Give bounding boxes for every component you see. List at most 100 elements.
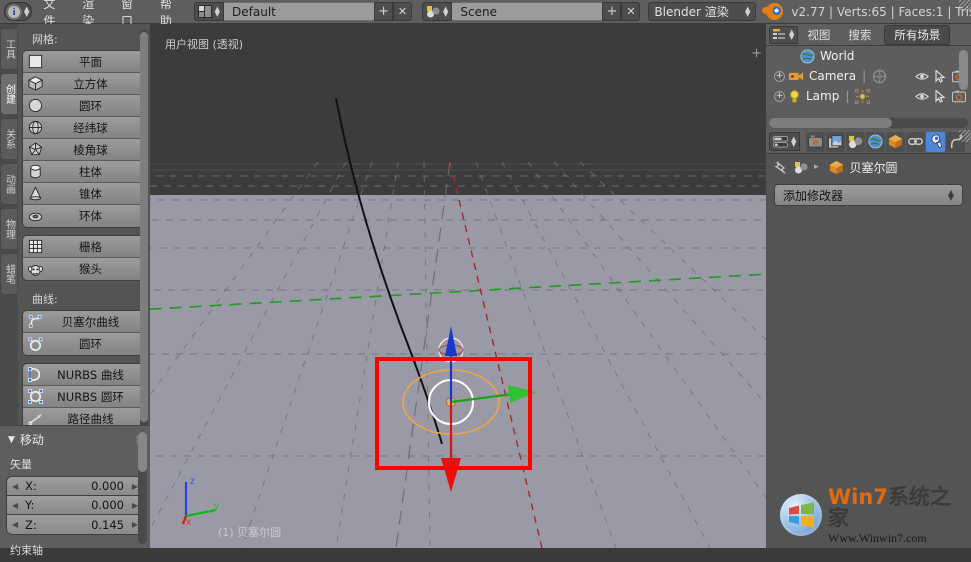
tool-shelf-tab-0[interactable]: 工具 [0,28,17,70]
add-screen-layout-button[interactable]: + [374,2,394,21]
eye-icon[interactable] [915,91,929,102]
operator-panel-title: 移动 [19,433,44,447]
top-menu-bar: i ▲ ▼ 文件 渲染 窗口 帮助 ▲ ▼ Default + ✕ ▲ ▼ Sc… [0,0,971,28]
add-uvsphere-button[interactable]: 经纬球 [23,117,143,139]
outliner-row[interactable]: + Camera | [766,66,971,86]
decrement-arrow-icon[interactable]: ◀ [12,520,22,529]
eye-icon[interactable] [915,71,929,82]
increment-arrow-icon[interactable]: ▶ [128,520,138,529]
field-label: Z: [25,517,37,532]
properties-object-name: 贝塞尔圆 [849,160,898,175]
add-nurbs-circle-button[interactable]: NURBS 圆环 [23,386,143,408]
render-engine-selector[interactable]: Blender 渲染 ▲ ▼ [648,2,757,21]
decrement-arrow-icon[interactable]: ◀ [12,501,22,510]
outliner-display-mode[interactable]: 所有场景 [884,24,951,45]
screen-layout-selector[interactable]: ▲ ▼ [193,2,225,21]
decrement-arrow-icon[interactable]: ◀ [12,482,22,491]
delete-scene-button[interactable]: ✕ [621,2,641,21]
operator-panel-header[interactable]: ▼ 移动 ⣿ [6,431,144,451]
tool-button-label: 猴头 [79,262,102,276]
add-monkey-button[interactable]: 猴头 [23,258,143,280]
properties-tab-render-layers[interactable] [826,131,846,152]
add-icosphere-button[interactable]: 棱角球 [23,139,143,161]
svg-text:x: x [186,517,191,526]
tool-shelf-tab-1[interactable]: 创建 [0,73,17,115]
outliner-horizontal-scrollbar[interactable] [769,118,968,128]
pin-icon[interactable] [774,160,788,174]
add-scene-button[interactable]: + [602,2,622,21]
scene-icon[interactable] [794,161,808,174]
properties-editor-type-selector[interactable]: ▲ ▼ [769,132,801,151]
render-icon[interactable] [952,90,966,103]
tool-button-label: 经纬球 [73,120,108,135]
outliner-vertical-scrollbar[interactable] [959,50,968,90]
properties-tab-object[interactable] [886,131,906,152]
properties-tab-render[interactable] [806,131,826,152]
chevron-updown-icon: ▲ ▼ [791,134,797,148]
scene-selector[interactable]: ▲ ▼ [422,2,453,21]
tool-shelf-tab-label: 动画 [3,174,15,194]
watermark-brand: Win7系统之家 [828,486,965,529]
increment-arrow-icon[interactable]: ▶ [128,501,138,510]
cylinder-icon [26,163,44,181]
add-grid-button[interactable]: 栅格 [23,236,143,258]
outliner-editor-type-selector[interactable]: ▲ ▼ [769,25,799,44]
move-y-field[interactable]: ◀ Y: 0.000 ▶ [7,496,143,515]
properties-tab-modifiers[interactable] [926,131,946,152]
window-resize-grip[interactable] [959,0,971,12]
add-plane-button[interactable]: 平面 [23,51,143,73]
outliner-row[interactable]: World [766,46,971,66]
camera-data-icon[interactable] [872,69,887,84]
add-torus-button[interactable]: 环体 [23,205,143,227]
blender-app-menu[interactable]: i ▲ ▼ [4,2,33,21]
add-path-curve-button[interactable]: 路径曲线 [23,408,143,425]
expand-toggle-icon[interactable]: + [774,70,785,82]
cube-orange-icon[interactable] [829,160,844,175]
tool-shelf-tab-2[interactable]: 关系 [0,118,17,160]
add-cone-button[interactable]: 锥体 [23,183,143,205]
svg-text:z: z [190,476,195,487]
scene-name[interactable]: Scene [452,2,603,21]
add-circle-button[interactable]: 圆环 [23,95,143,117]
add-nurbs-curve-button[interactable]: NURBS 曲线 [23,364,143,386]
tool-shelf-tab-3[interactable]: 动画 [0,163,17,205]
move-vector-fields: ◀ X: 0.000 ▶ ◀ Y: 0.000 ▶ ◀ Z: 0.145 ▶ [6,476,144,535]
viewport-toolshelf-toggle[interactable]: + [751,46,762,61]
menu-window[interactable]: 窗口 [110,0,149,28]
expand-toggle-icon[interactable]: + [774,90,785,102]
3d-viewport[interactable]: 用户视图 (透视) (1) 贝塞尔圆 + z y x [150,24,766,548]
properties-resize-grip[interactable] [959,130,971,142]
outliner-menu-view[interactable]: 视图 [798,24,839,46]
properties-tab-world[interactable] [866,131,886,152]
cube-orange-icon [888,134,903,149]
move-x-field[interactable]: ◀ X: 0.000 ▶ [7,477,143,496]
field-value: 0.000 [91,479,124,493]
delete-screen-layout-button[interactable]: ✕ [393,2,413,21]
screen-layout-name[interactable]: Default [224,2,375,21]
lamp-data-icon[interactable] [855,88,871,104]
add-modifier-button[interactable]: 添加修改器 ▲ ▼ [774,184,963,206]
tool-shelf-tab-4[interactable]: 物理 [0,208,17,250]
world-icon [868,134,883,149]
menu-help[interactable]: 帮助 [149,0,188,28]
outliner-row[interactable]: + Lamp | [766,86,971,106]
outliner-editor: ▲ ▼ 视图 搜索 所有场景 World + Camera | + Lamp | [766,24,971,130]
add-bezier-circle-button[interactable]: 圆环 [23,333,143,355]
menu-render[interactable]: 渲染 [71,0,110,28]
cursor-icon[interactable] [935,69,946,83]
cursor-icon[interactable] [935,89,946,103]
outliner-menu-search[interactable]: 搜索 [839,24,880,46]
add-cube-button[interactable]: 立方体 [23,73,143,95]
add-cylinder-button[interactable]: 柱体 [23,161,143,183]
tool-button-label: 柱体 [79,164,102,179]
menu-file[interactable]: 文件 [32,0,71,28]
add-bezier-curve-button[interactable]: 贝塞尔曲线 [23,311,143,333]
move-z-field[interactable]: ◀ Z: 0.145 ▶ [7,515,143,534]
increment-arrow-icon[interactable]: ▶ [128,482,138,491]
properties-tab-scene[interactable] [846,131,866,152]
properties-tab-constraints[interactable] [906,131,926,152]
tool-shelf-tab-5[interactable]: 蜡笔 [0,253,17,295]
field-value: 0.145 [91,517,124,532]
operator-panel-scrollbar[interactable] [138,432,147,544]
tool-shelf-scrollbar[interactable] [140,30,148,430]
